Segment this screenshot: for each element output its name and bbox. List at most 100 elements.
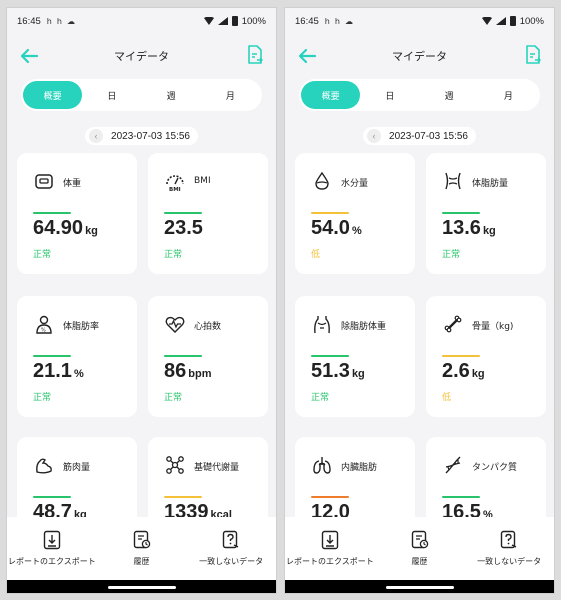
metric-label: 体重 bbox=[63, 179, 82, 189]
metric-value-row: 64.90 kg bbox=[33, 217, 98, 240]
status-bar: 16:45 h h ☁ 100% bbox=[7, 8, 276, 34]
tab-week[interactable]: 週 bbox=[420, 81, 479, 109]
metric-level-bar bbox=[442, 355, 480, 357]
metric-level-bar bbox=[311, 355, 349, 357]
body-fat-mass-icon bbox=[445, 172, 461, 190]
metric-value-row: 54.0% bbox=[311, 217, 362, 240]
tab-day[interactable]: 日 bbox=[82, 81, 141, 109]
period-tabs: 概要 日 週 月 bbox=[21, 79, 262, 111]
chevron-left-icon[interactable]: ‹ bbox=[89, 129, 104, 143]
metric-level-bar bbox=[164, 355, 202, 357]
date-selector: ‹ 2023-07-03 15:56 bbox=[285, 127, 554, 145]
metric-level-bar bbox=[311, 496, 349, 498]
unmatched-data-button[interactable]: 一致しないデータ bbox=[186, 517, 276, 580]
tab-overview[interactable]: 概要 bbox=[301, 81, 361, 109]
gesture-bar bbox=[7, 580, 276, 593]
metric-level-bar bbox=[33, 496, 71, 498]
back-arrow-icon[interactable] bbox=[19, 46, 39, 66]
gesture-bar bbox=[285, 580, 554, 593]
export-report-icon bbox=[43, 530, 61, 550]
tab-month[interactable]: 月 bbox=[479, 81, 538, 109]
metric-label: 体脂肪量 bbox=[472, 179, 509, 189]
notification-h-icon: h bbox=[334, 16, 340, 26]
notification-icons: h h ☁ bbox=[47, 17, 75, 26]
metric-card[interactable]: 体重 64.90 kg 正常 bbox=[17, 153, 137, 274]
notification-icons: h h ☁ bbox=[325, 17, 353, 26]
tab-day[interactable]: 日 bbox=[360, 81, 419, 109]
export-report-button[interactable]: レポートのエクスポート bbox=[7, 517, 97, 580]
chevron-left-icon[interactable]: ‹ bbox=[367, 129, 382, 143]
metric-card[interactable]: 体脂肪量 13.6 kg 正常 bbox=[426, 153, 546, 274]
metric-card[interactable]: 心拍数 86 bpm 正常 bbox=[148, 296, 268, 417]
metric-level-bar bbox=[33, 355, 71, 357]
metric-value: 51.3 bbox=[311, 360, 350, 382]
metric-status: 正常 bbox=[164, 393, 183, 403]
bone-icon bbox=[444, 315, 462, 333]
bottom-nav: レポートのエクスポート 履歴 一致しないデータ bbox=[7, 517, 276, 580]
metric-status: 正常 bbox=[33, 250, 52, 260]
metric-status: 正常 bbox=[33, 393, 52, 403]
app-bar: マイデータ bbox=[7, 38, 276, 74]
metric-status: 低 bbox=[442, 393, 452, 403]
notification-h-icon: h bbox=[56, 16, 62, 26]
metric-label: BMI bbox=[194, 176, 211, 186]
heart-rate-icon bbox=[165, 316, 185, 333]
metric-card[interactable]: BMI BMI 23.5 正常 bbox=[148, 153, 268, 274]
metric-value-row: 51.3 kg bbox=[311, 360, 365, 383]
metric-status: 低 bbox=[311, 250, 321, 260]
dna-icon bbox=[445, 456, 461, 474]
phone-screen-left: 16:45 h h ☁ 100% マイデータ 概要 日 週 月 ‹ 2023-0… bbox=[6, 7, 277, 594]
wifi-icon bbox=[203, 17, 214, 25]
metric-card[interactable]: % 体脂肪率 21.1% 正常 bbox=[17, 296, 137, 417]
phone-screen-right: 16:45 h h ☁ 100% マイデータ 概要 日 週 月 ‹ 2023-0… bbox=[284, 7, 555, 594]
body-fat-rate-icon: % bbox=[36, 315, 52, 334]
export-document-icon[interactable] bbox=[246, 45, 264, 65]
metric-value-row: 2.6 kg bbox=[442, 360, 485, 383]
date-pill[interactable]: ‹ 2023-07-03 15:56 bbox=[85, 127, 198, 145]
metric-unit: bpm bbox=[188, 368, 212, 380]
battery-percent: 100% bbox=[241, 15, 266, 27]
metric-value: 86 bbox=[164, 360, 187, 382]
export-report-button[interactable]: レポートのエクスポート bbox=[285, 517, 375, 580]
metric-label: 体脂肪率 bbox=[63, 322, 100, 332]
metric-status: 正常 bbox=[442, 250, 461, 260]
svg-text:BMI: BMI bbox=[169, 187, 181, 192]
metric-level-bar bbox=[164, 212, 202, 214]
page-title: マイデータ bbox=[392, 50, 447, 63]
muscle-icon bbox=[36, 458, 52, 474]
screenshot-frame: 16:45 h h ☁ 100% マイデータ 概要 日 週 月 ‹ 2023-0… bbox=[0, 0, 561, 600]
home-indicator[interactable] bbox=[107, 586, 176, 589]
metric-label: 除脂肪体重 bbox=[341, 322, 387, 332]
date-pill[interactable]: ‹ 2023-07-03 15:56 bbox=[363, 127, 476, 145]
export-report-icon bbox=[321, 530, 339, 550]
battery-icon bbox=[509, 16, 516, 26]
metric-card[interactable]: 水分量 54.0% 低 bbox=[295, 153, 415, 274]
history-button[interactable]: 履歴 bbox=[97, 517, 187, 580]
unmatched-data-icon bbox=[500, 530, 517, 549]
bottom-nav: レポートのエクスポート 履歴 一致しないデータ bbox=[285, 517, 554, 580]
tab-overview[interactable]: 概要 bbox=[23, 81, 83, 109]
home-indicator[interactable] bbox=[385, 586, 454, 589]
unmatched-data-button[interactable]: 一致しないデータ bbox=[464, 517, 554, 580]
history-label: 履歴 bbox=[411, 557, 428, 566]
metric-card[interactable]: 骨量（kg) 2.6 kg 低 bbox=[426, 296, 546, 417]
metric-level-bar bbox=[33, 212, 71, 214]
history-button[interactable]: 履歴 bbox=[375, 517, 465, 580]
export-document-icon[interactable] bbox=[524, 45, 542, 65]
metric-label: 骨量（kg) bbox=[472, 322, 514, 332]
metric-unit: % bbox=[73, 368, 84, 380]
unmatched-data-label: 一致しないデータ bbox=[199, 557, 264, 566]
bmi-gauge-icon: BMI bbox=[166, 175, 184, 192]
status-time: 16:45 bbox=[295, 15, 319, 27]
status-right: 100% bbox=[203, 15, 266, 27]
metric-level-bar bbox=[164, 496, 202, 498]
metric-label: タンパク質 bbox=[472, 463, 518, 473]
metric-value: 21.1 bbox=[33, 360, 72, 382]
tab-week[interactable]: 週 bbox=[142, 81, 201, 109]
scale-icon bbox=[35, 174, 53, 189]
back-arrow-icon[interactable] bbox=[297, 46, 317, 66]
metric-card[interactable]: 除脂肪体重 51.3 kg 正常 bbox=[295, 296, 415, 417]
metric-status: 正常 bbox=[311, 393, 330, 403]
tab-month[interactable]: 月 bbox=[201, 81, 260, 109]
unmatched-data-label: 一致しないデータ bbox=[477, 557, 542, 566]
